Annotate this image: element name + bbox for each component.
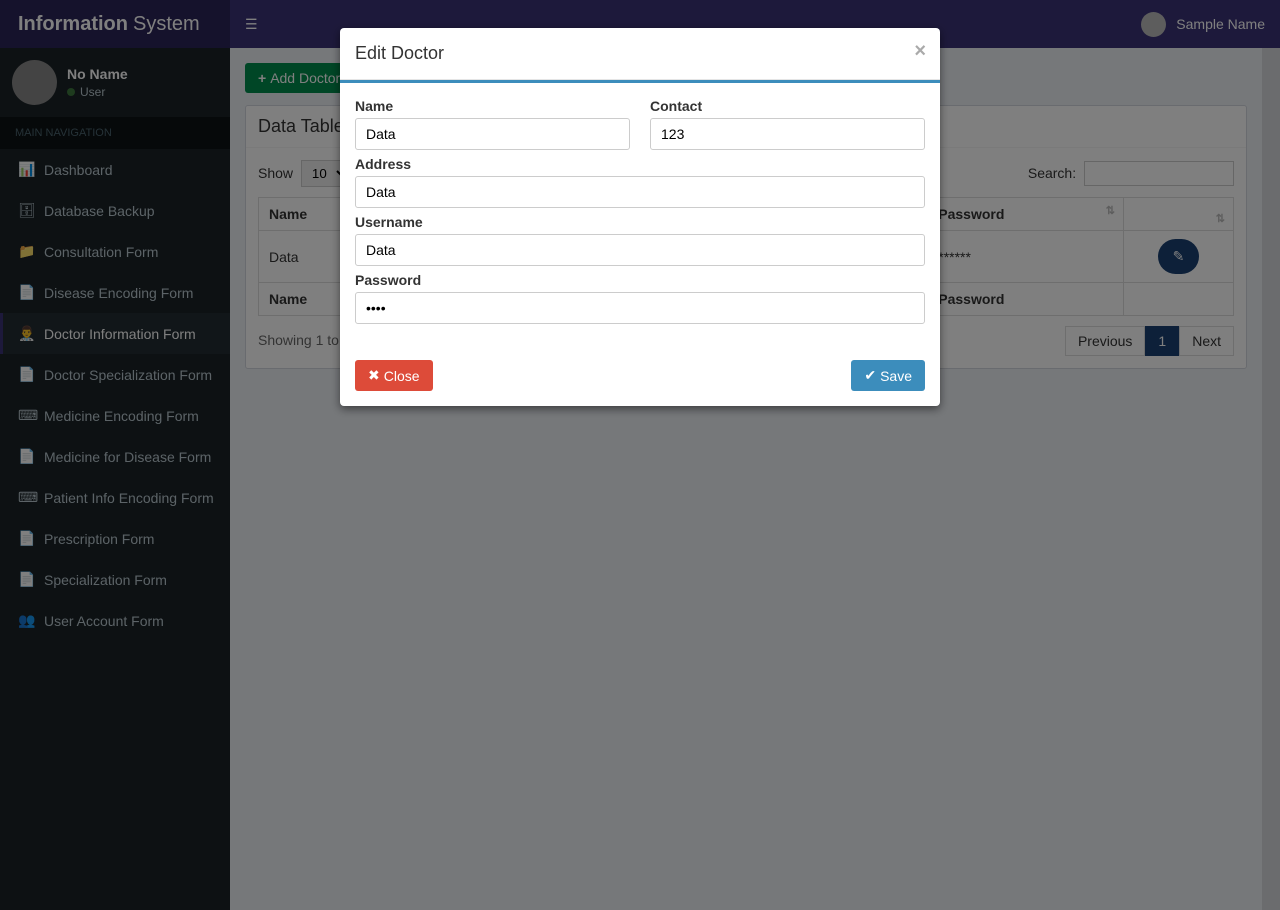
input-username[interactable] bbox=[355, 234, 925, 266]
modal-footer: Close Save bbox=[340, 345, 940, 406]
modal-header: Edit Doctor × bbox=[340, 28, 940, 80]
close-label: Close bbox=[384, 368, 420, 384]
modal-title: Edit Doctor bbox=[355, 43, 444, 63]
label-username: Username bbox=[355, 214, 925, 230]
input-name[interactable] bbox=[355, 118, 630, 150]
label-address: Address bbox=[355, 156, 925, 172]
edit-doctor-modal: Edit Doctor × Name Contact Address Usern… bbox=[340, 28, 940, 406]
label-name: Name bbox=[355, 98, 630, 114]
modal-body: Name Contact Address Username Password bbox=[340, 83, 940, 345]
close-icon[interactable]: × bbox=[914, 40, 926, 63]
save-button[interactable]: Save bbox=[851, 360, 925, 391]
close-x-icon bbox=[368, 367, 380, 384]
check-icon bbox=[864, 367, 876, 384]
close-button[interactable]: Close bbox=[355, 360, 433, 391]
save-label: Save bbox=[880, 368, 912, 384]
input-contact[interactable] bbox=[650, 118, 925, 150]
label-password: Password bbox=[355, 272, 925, 288]
label-contact: Contact bbox=[650, 98, 925, 114]
input-password[interactable] bbox=[355, 292, 925, 324]
input-address[interactable] bbox=[355, 176, 925, 208]
